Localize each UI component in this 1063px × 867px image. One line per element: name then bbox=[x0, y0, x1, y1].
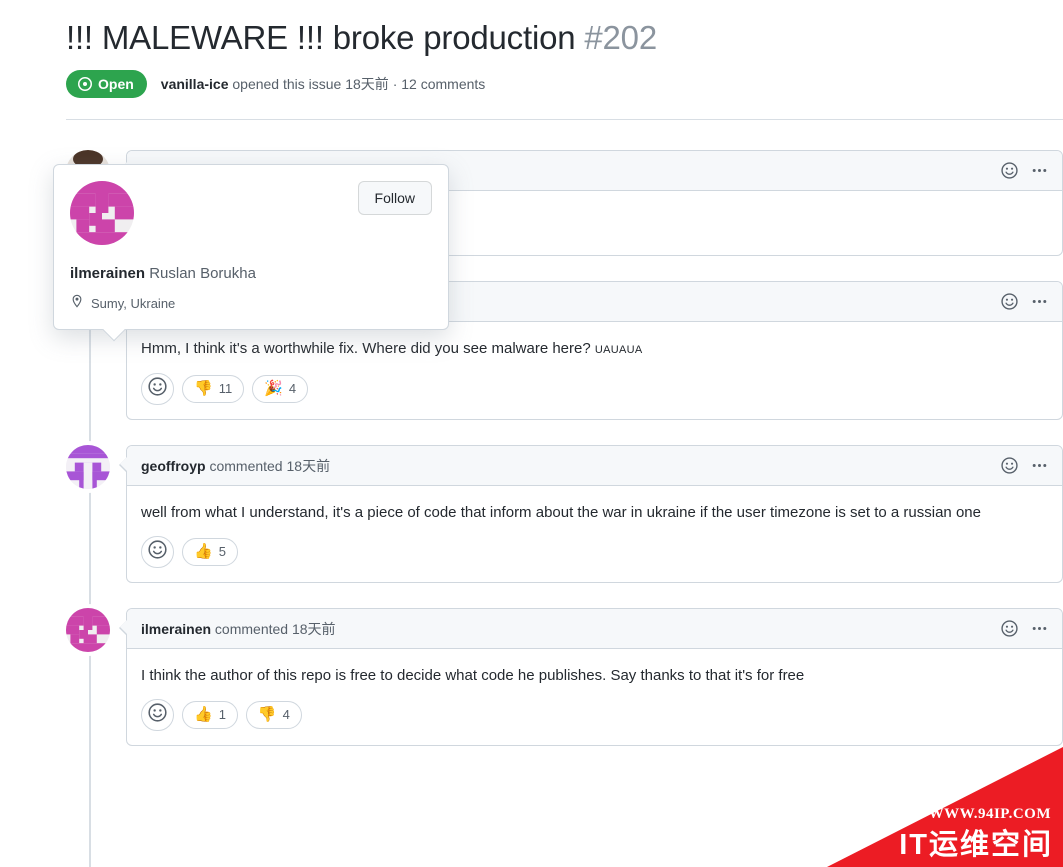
issue-meta: Open vanilla-ice opened this issue 18天前 … bbox=[66, 70, 1063, 98]
reaction-thumbs-up[interactable]: 👍 1 bbox=[182, 701, 238, 729]
reaction-count: 4 bbox=[282, 707, 290, 722]
comment-time: 18天前 bbox=[286, 457, 331, 474]
comment-body: I think the author of this repo is free … bbox=[127, 649, 1062, 691]
comment-text-small: UAUAUA bbox=[594, 344, 643, 356]
header-divider bbox=[66, 119, 1063, 120]
watermark: WWW.94IP.COM IT运维空间 bbox=[827, 747, 1063, 867]
add-reaction-smiley-icon bbox=[148, 377, 167, 401]
issue-header: !!! MALEWARE !!! broke production #202 O… bbox=[66, 16, 1063, 98]
comment-text: well from what I understand, it's a piec… bbox=[141, 504, 981, 521]
kebab-menu-icon[interactable] bbox=[1031, 620, 1048, 637]
avatar[interactable] bbox=[66, 608, 110, 652]
comment-card: ilmerainen commented 18天前 bbox=[119, 608, 1063, 746]
comment-body: well from what I understand, it's a piec… bbox=[127, 486, 1062, 528]
hovercard-avatar[interactable] bbox=[70, 181, 134, 245]
smiley-icon[interactable] bbox=[1001, 620, 1018, 637]
comment-card: geoffroyp commented 18天前 well from what … bbox=[119, 445, 1063, 583]
comment-verb: commented bbox=[214, 620, 289, 637]
status-badge-label: Open bbox=[98, 76, 134, 92]
add-reaction-button[interactable] bbox=[141, 699, 174, 731]
user-hovercard: Follow ilmerainen Ruslan Borukha Sumy, U… bbox=[53, 164, 449, 330]
smiley-icon[interactable] bbox=[1001, 162, 1018, 179]
thumbs-down-icon: 👎 bbox=[257, 706, 277, 723]
kebab-menu-icon[interactable] bbox=[1031, 293, 1048, 310]
identicon-avatar-icon bbox=[66, 608, 110, 652]
status-badge[interactable]: Open bbox=[66, 70, 147, 98]
comment-text: Hmm, I think it's a worthwhile fix. Wher… bbox=[141, 340, 591, 357]
issue-meta-text: vanilla-ice opened this issue 18天前 · 12 … bbox=[161, 74, 486, 94]
add-reaction-smiley-icon bbox=[148, 540, 167, 564]
location-pin-icon bbox=[70, 294, 84, 313]
follow-button[interactable]: Follow bbox=[357, 181, 432, 215]
comment-actions bbox=[1001, 457, 1048, 474]
add-reaction-smiley-icon bbox=[148, 703, 167, 727]
hovercard-fullname: Ruslan Borukha bbox=[149, 265, 256, 282]
kebab-menu-icon[interactable] bbox=[1031, 457, 1048, 474]
thumbs-up-icon: 👍 bbox=[194, 543, 213, 560]
comment-text: I think the author of this repo is free … bbox=[141, 667, 805, 684]
hovercard-location-text: Sumy, Ukraine bbox=[91, 295, 176, 311]
kebab-menu-icon[interactable] bbox=[1031, 162, 1048, 179]
reaction-thumbs-down[interactable]: 👎 4 bbox=[245, 701, 302, 729]
comment-time: 18天前 bbox=[291, 620, 336, 637]
issue-author-link[interactable]: vanilla-ice bbox=[161, 76, 229, 92]
reaction-party-popper[interactable]: 🎉 4 bbox=[252, 375, 309, 403]
comment-author[interactable]: ilmerainen bbox=[141, 621, 211, 637]
party-popper-icon: 🎉 bbox=[264, 380, 283, 397]
timeline-item: geoffroyp commented 18天前 well from what … bbox=[66, 445, 1063, 583]
identicon-avatar-icon bbox=[66, 445, 110, 489]
hovercard-username[interactable]: ilmerainen bbox=[70, 265, 145, 282]
reaction-count: 4 bbox=[288, 381, 297, 396]
comment-author-line: geoffroyp commented 18天前 bbox=[141, 456, 330, 476]
hovercard-name-line: ilmerainen Ruslan Borukha bbox=[70, 264, 432, 284]
add-reaction-button[interactable] bbox=[141, 373, 174, 405]
thumbs-down-icon: 👎 bbox=[194, 380, 213, 397]
page-title: !!! MALEWARE !!! broke production #202 bbox=[66, 16, 1063, 60]
issue-number: #202 bbox=[584, 19, 657, 56]
identicon-avatar-icon bbox=[70, 181, 134, 245]
comment-header: geoffroyp commented 18天前 bbox=[127, 446, 1062, 486]
hovercard-top: Follow bbox=[70, 181, 432, 245]
comment-actions bbox=[1001, 162, 1048, 179]
reaction-bar: 👎 11 🎉 4 bbox=[127, 365, 1062, 419]
thumbs-up-icon: 👍 bbox=[194, 706, 213, 723]
reaction-count: 11 bbox=[218, 381, 233, 396]
issue-open-icon bbox=[77, 76, 93, 92]
comment-author-line: ilmerainen commented 18天前 bbox=[141, 619, 336, 639]
reaction-count: 5 bbox=[218, 544, 226, 559]
reaction-thumbs-down[interactable]: 👎 11 bbox=[182, 375, 245, 403]
watermark-url: WWW.94IP.COM bbox=[928, 806, 1051, 822]
issue-title-text: !!! MALEWARE !!! broke production bbox=[66, 19, 576, 56]
reaction-bar: 👍 1 👎 4 bbox=[127, 691, 1062, 745]
add-reaction-button[interactable] bbox=[141, 536, 174, 568]
comment-actions bbox=[1001, 620, 1048, 637]
smiley-icon[interactable] bbox=[1001, 457, 1018, 474]
avatar[interactable] bbox=[66, 445, 110, 489]
smiley-icon[interactable] bbox=[1001, 293, 1018, 310]
reaction-thumbs-up[interactable]: 👍 5 bbox=[182, 538, 238, 566]
issue-time: 18天前 bbox=[345, 76, 389, 92]
reaction-count: 1 bbox=[218, 707, 226, 722]
watermark-text: IT运维空间 bbox=[899, 829, 1053, 861]
comment-author[interactable]: geoffroyp bbox=[141, 458, 206, 474]
reaction-bar: 👍 5 bbox=[127, 528, 1062, 582]
hovercard-location: Sumy, Ukraine bbox=[70, 294, 432, 313]
timeline-item: ilmerainen commented 18天前 bbox=[66, 608, 1063, 746]
comment-header: ilmerainen commented 18天前 bbox=[127, 609, 1062, 649]
issue-comment-count: 12 comments bbox=[401, 76, 486, 92]
comment-verb: commented bbox=[209, 457, 283, 474]
meta-separator: · bbox=[392, 76, 398, 92]
issue-page: !!! MALEWARE !!! broke production #202 O… bbox=[0, 0, 1063, 867]
issue-opened-text: opened this issue bbox=[232, 76, 342, 92]
comment-actions bbox=[1001, 293, 1048, 310]
